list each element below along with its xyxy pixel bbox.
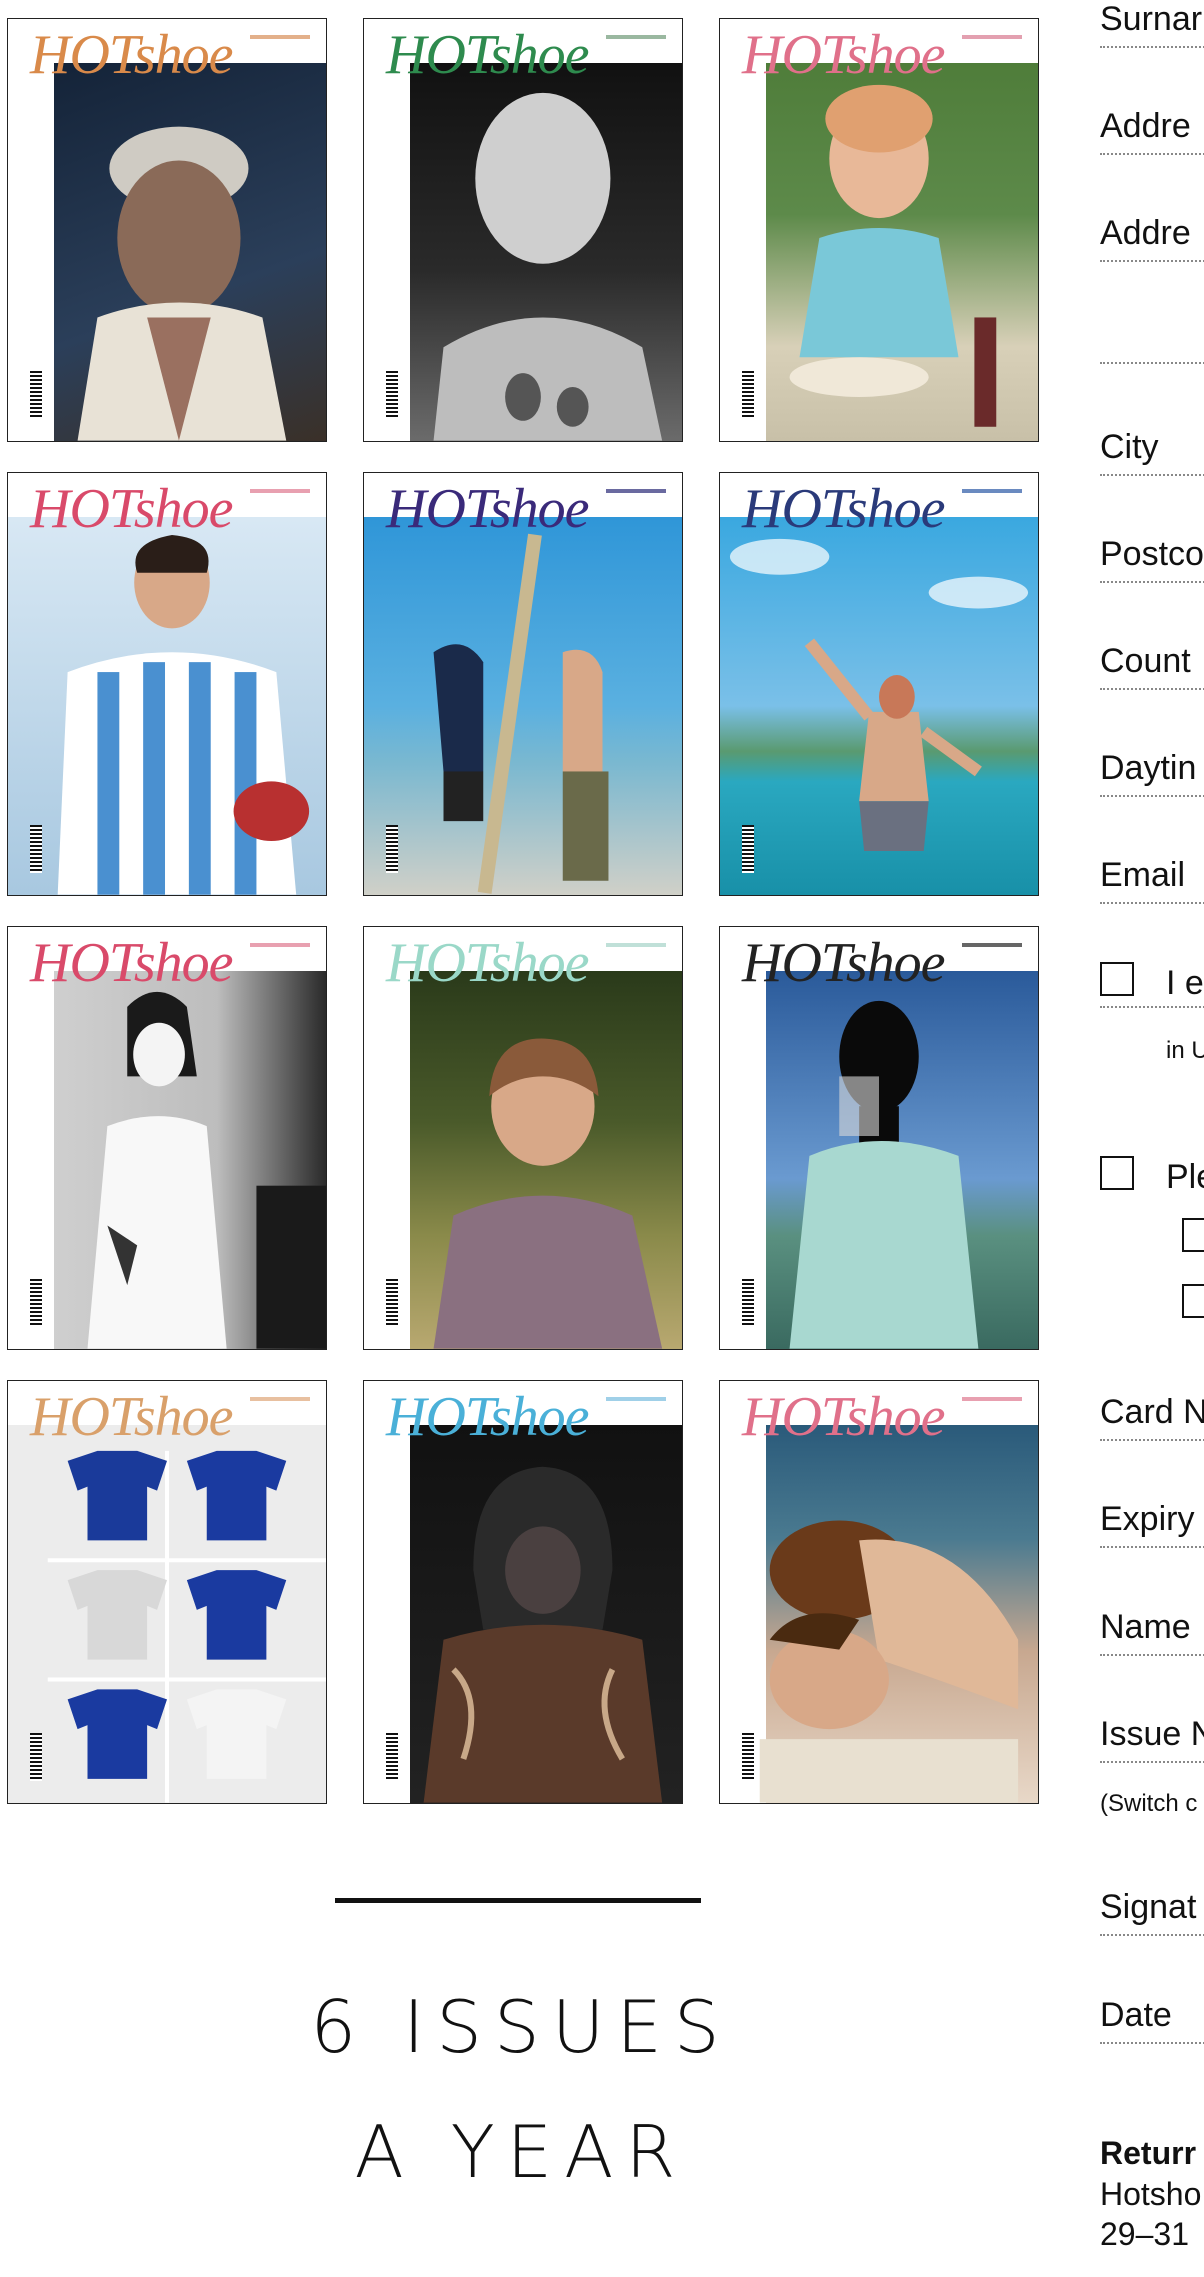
email-field[interactable]: Email — [1100, 858, 1204, 904]
magazine-cover: HOTshoe — [719, 1380, 1039, 1804]
cover-masthead: HOTshoe — [386, 478, 590, 540]
card-number-field[interactable]: Card N — [1100, 1395, 1204, 1441]
card-type-checkbox-1[interactable] — [1182, 1218, 1204, 1252]
barcode — [30, 371, 42, 419]
barcode — [386, 1733, 398, 1781]
date-field[interactable]: Date — [1100, 1998, 1204, 2044]
expiry-field[interactable]: Expiry — [1100, 1502, 1204, 1548]
card-number-label: Card N — [1100, 1393, 1204, 1431]
postcode-label: Postco — [1100, 535, 1204, 573]
cover-masthead: HOTshoe — [30, 1386, 234, 1448]
signature-label: Signat — [1100, 1888, 1197, 1926]
city-label: City — [1100, 428, 1159, 466]
headline-line-1: 6 ISSUES — [310, 1985, 732, 2069]
barcode — [386, 825, 398, 873]
option-checkbox-1-label: I e — [1166, 964, 1204, 1002]
cardholder-name-label: Name — [1100, 1608, 1191, 1646]
cover-masthead: HOTshoe — [386, 1386, 590, 1448]
cover-masthead: HOTshoe — [742, 932, 946, 994]
barcode — [386, 1279, 398, 1327]
address-label: Addre — [1100, 107, 1191, 145]
date-label: Date — [1100, 1996, 1172, 2034]
magazine-cover: HOTshoe — [7, 1380, 327, 1804]
option-checkbox-1[interactable] — [1100, 962, 1134, 996]
magazine-cover: HOTshoe — [719, 18, 1039, 442]
barcode — [742, 1279, 754, 1327]
magazine-cover: HOTshoe — [363, 926, 683, 1350]
option-checkbox-1-note: in U — [1166, 1037, 1204, 1064]
cover-masthead: HOTshoe — [30, 478, 234, 540]
return-address-line-1: Hotsho — [1100, 2176, 1202, 2212]
magazine-cover: HOTshoe — [719, 472, 1039, 896]
address-line-1-field[interactable]: Addre — [1100, 109, 1204, 155]
cover-masthead: HOTshoe — [742, 1386, 946, 1448]
issue-number-label: Issue N — [1100, 1715, 1204, 1753]
barcode — [30, 1733, 42, 1781]
daytime-phone-field[interactable]: Daytin — [1100, 751, 1204, 797]
postcode-field[interactable]: Postco — [1100, 537, 1204, 583]
city-field[interactable]: City — [1100, 430, 1204, 476]
magazine-cover: HOTshoe — [363, 1380, 683, 1804]
option-checkbox-2[interactable] — [1100, 1156, 1134, 1190]
barcode — [386, 371, 398, 419]
expiry-label: Expiry — [1100, 1500, 1195, 1538]
return-address-line-2: 29–31 — [1100, 2216, 1189, 2252]
cover-masthead: HOTshoe — [742, 24, 946, 86]
signature-field[interactable]: Signat — [1100, 1890, 1204, 1936]
switch-note: (Switch c — [1100, 1790, 1198, 1817]
country-label: Count — [1100, 642, 1191, 680]
magazine-cover: HOTshoe — [363, 472, 683, 896]
magazine-cover: HOTshoe — [7, 472, 327, 896]
cover-masthead: HOTshoe — [386, 24, 590, 86]
barcode — [30, 1279, 42, 1327]
headline-divider — [335, 1898, 701, 1903]
headline-line-2: A YEAR — [354, 2110, 688, 2194]
cover-masthead: HOTshoe — [30, 932, 234, 994]
magazine-cover: HOTshoe — [363, 18, 683, 442]
barcode — [742, 1733, 754, 1781]
issue-number-field[interactable]: Issue N — [1100, 1717, 1204, 1763]
surname-label: Surnar — [1100, 0, 1203, 38]
magazine-cover: HOTshoe — [719, 926, 1039, 1350]
cover-masthead: HOTshoe — [386, 932, 590, 994]
cardholder-name-field[interactable]: Name — [1100, 1610, 1204, 1656]
magazine-cover: HOTshoe — [7, 926, 327, 1350]
cover-masthead: HOTshoe — [742, 478, 946, 540]
magazine-cover-grid: HOTshoe HOTshoe HOTshoe HOTshoe HOTshoe … — [7, 18, 1042, 1806]
email-label: Email — [1100, 856, 1186, 894]
option-checkbox-2-label: Ple — [1166, 1158, 1204, 1196]
address-extra-line[interactable] — [1100, 362, 1204, 364]
magazine-cover: HOTshoe — [7, 18, 327, 442]
address-label: Addre — [1100, 214, 1191, 252]
cover-masthead: HOTshoe — [30, 24, 234, 86]
card-type-checkbox-2[interactable] — [1182, 1284, 1204, 1318]
barcode — [30, 825, 42, 873]
return-address-title: Returr — [1100, 2135, 1197, 2171]
country-field[interactable]: Count — [1100, 644, 1204, 690]
barcode — [742, 371, 754, 419]
address-line-2-field[interactable]: Addre — [1100, 216, 1204, 262]
surname-field[interactable]: Surnar — [1100, 2, 1204, 48]
barcode — [742, 825, 754, 873]
daytime-phone-label: Daytin — [1100, 749, 1197, 787]
subscription-form: Surnar Addre Addre City Postco Count Day… — [1100, 0, 1204, 2277]
